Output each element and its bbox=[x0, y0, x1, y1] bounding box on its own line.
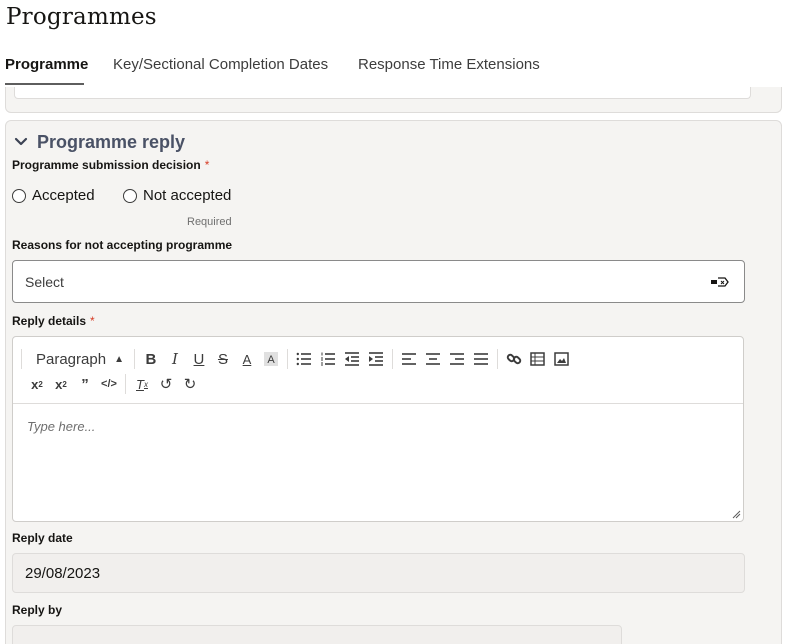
outdent-icon[interactable] bbox=[340, 348, 364, 370]
active-tab-indicator bbox=[5, 83, 84, 85]
undo-icon[interactable]: ↺ bbox=[154, 373, 178, 395]
numbered-list-icon[interactable] bbox=[316, 348, 340, 370]
font-color-icon[interactable]: A bbox=[235, 348, 259, 370]
code-icon[interactable]: </> bbox=[97, 373, 121, 395]
select-dropdown-icon[interactable] bbox=[710, 274, 730, 290]
underline-icon[interactable]: U bbox=[187, 348, 211, 370]
toolbar-row-2: x2 x2 ” </> Tx ↺ ↻ bbox=[25, 373, 202, 395]
block-format-label: Paragraph bbox=[36, 350, 107, 368]
radio-accepted[interactable]: Accepted bbox=[12, 187, 95, 204]
updown-arrows-icon: ▲︎ bbox=[114, 353, 124, 365]
decision-label: Programme submission decision * bbox=[12, 158, 209, 172]
blockquote-icon[interactable]: ” bbox=[73, 373, 97, 395]
link-icon[interactable] bbox=[502, 348, 526, 370]
required-indicator: * bbox=[204, 158, 210, 172]
section-title: Programme reply bbox=[37, 131, 186, 152]
block-format-select[interactable]: Paragraph ▲︎ bbox=[26, 348, 130, 370]
chevron-down-icon bbox=[14, 137, 28, 146]
reasons-select-placeholder: Select bbox=[25, 273, 64, 290]
reasons-label: Reasons for not accepting programme bbox=[12, 238, 233, 252]
reply-details-label: Reply details * bbox=[12, 314, 95, 328]
align-center-icon[interactable] bbox=[421, 348, 445, 370]
bold-icon[interactable]: B bbox=[139, 348, 163, 370]
svg-text:A: A bbox=[267, 354, 275, 366]
editor-placeholder[interactable]: Type here... bbox=[27, 419, 95, 434]
required-indicator: * bbox=[90, 314, 95, 328]
redo-icon[interactable]: ↻ bbox=[178, 373, 202, 395]
reply-details-label-text: Reply details bbox=[12, 314, 87, 328]
toolbar-separator bbox=[133, 349, 135, 369]
radio-not-accepted-label: Not accepted bbox=[143, 187, 232, 204]
strikethrough-icon[interactable]: S bbox=[211, 348, 235, 370]
bulleted-list-icon[interactable] bbox=[292, 348, 316, 370]
previous-section-card bbox=[5, 87, 782, 113]
editor-toolbar: Paragraph ▲︎ B I U S A A x 2 x 2 ” </> T… bbox=[13, 337, 743, 404]
page-title: Programmes bbox=[6, 4, 157, 30]
subscript-icon[interactable]: x2 bbox=[25, 373, 49, 395]
justify-icon[interactable] bbox=[469, 348, 493, 370]
resize-grip-icon[interactable] bbox=[731, 509, 741, 519]
reply-date-field: 29/08/2023 bbox=[12, 553, 745, 593]
toolbar-separator bbox=[286, 349, 288, 369]
rich-text-editor[interactable]: Paragraph ▲︎ B I U S A A x 2 x 2 ” </> T… bbox=[12, 336, 744, 522]
highlight-icon[interactable]: A bbox=[259, 348, 283, 370]
indent-icon[interactable] bbox=[364, 348, 388, 370]
radio-circle[interactable] bbox=[12, 188, 26, 203]
toolbar-separator bbox=[125, 374, 126, 394]
image-icon[interactable] bbox=[550, 348, 574, 370]
reasons-select[interactable]: Select bbox=[12, 260, 745, 303]
superscript-icon[interactable]: x2 bbox=[49, 373, 73, 395]
clear-format-icon[interactable]: Tx bbox=[130, 373, 154, 395]
toolbar-row-1: Paragraph ▲︎ B I U S A A bbox=[21, 348, 574, 370]
radio-accepted-label: Accepted bbox=[32, 187, 95, 204]
previous-section-field bbox=[14, 87, 751, 99]
align-left-icon[interactable] bbox=[397, 348, 421, 370]
radio-not-accepted[interactable]: Not accepted bbox=[123, 187, 231, 204]
tab-programme[interactable]: Programme bbox=[5, 56, 88, 73]
decision-label-text: Programme submission decision bbox=[12, 158, 201, 172]
toolbar-separator bbox=[391, 349, 393, 369]
reply-date-label: Reply date bbox=[12, 531, 73, 545]
radio-circle[interactable] bbox=[123, 188, 137, 203]
tab-bar: Programme Key/Sectional Completion Dates… bbox=[0, 50, 785, 88]
italic-icon[interactable]: I bbox=[163, 348, 187, 370]
tab-key-sectional-completion-dates[interactable]: Key/Sectional Completion Dates bbox=[113, 56, 328, 73]
programme-reply-header[interactable]: Programme reply bbox=[13, 131, 185, 153]
table-icon[interactable] bbox=[526, 348, 550, 370]
toolbar-separator bbox=[496, 349, 498, 369]
tab-response-time-extensions[interactable]: Response Time Extensions bbox=[358, 56, 540, 73]
toolbar-separator bbox=[21, 349, 22, 369]
reply-date-value: 29/08/2023 bbox=[25, 564, 101, 582]
required-helper-text: Required bbox=[187, 216, 232, 228]
reply-by-field bbox=[12, 625, 622, 644]
align-right-icon[interactable] bbox=[445, 348, 469, 370]
reply-by-label: Reply by bbox=[12, 603, 63, 617]
